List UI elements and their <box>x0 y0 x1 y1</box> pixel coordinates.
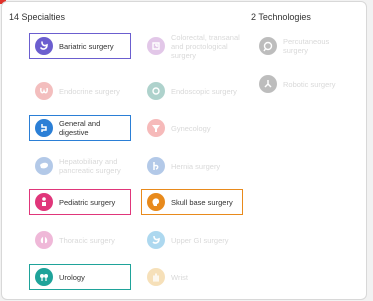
thyroid-icon <box>35 82 53 100</box>
digestive-icon <box>35 119 53 137</box>
specialty-skull-base-surgery[interactable]: Skull base surgery <box>141 189 243 215</box>
intestine-icon <box>147 37 165 55</box>
specialty-bariatric-surgery[interactable]: Bariatric surgery <box>29 33 131 59</box>
endoscope-icon <box>147 82 165 100</box>
specialty-label: Endoscopic surgery <box>171 86 237 96</box>
filter-panel: 14 Specialties 2 Technologies Bariatric … <box>1 1 367 300</box>
stomach-icon <box>35 37 53 55</box>
specialty-wrist[interactable]: Wrist <box>141 264 243 290</box>
technologies-heading: 2 Technologies <box>251 12 311 22</box>
specialty-hernia-surgery[interactable]: Hernia surgery <box>141 153 243 179</box>
needle-icon <box>259 37 277 55</box>
specialty-label: Hernia surgery <box>171 161 221 171</box>
specialty-label: Pediatric surgery <box>59 197 116 207</box>
technology-label: Robotic surgery <box>283 79 336 89</box>
specialty-label: Bariatric surgery <box>59 41 114 51</box>
stomach-upper-icon <box>147 231 165 249</box>
technology-label: Percutaneous surgery <box>283 37 330 55</box>
specialty-urology[interactable]: Urology <box>29 264 131 290</box>
specialty-pediatric-surgery[interactable]: Pediatric surgery <box>29 189 131 215</box>
specialty-upper-gi-surgery[interactable]: Upper GI surgery <box>141 227 243 253</box>
skull-icon <box>147 193 165 211</box>
lungs-icon <box>35 231 53 249</box>
robot-icon <box>259 75 277 93</box>
hernia-icon <box>147 157 165 175</box>
technology-robotic-surgery[interactable]: Robotic surgery <box>253 71 355 97</box>
specialty-colorectal-surgery[interactable]: Colorectal, transanal and proctological … <box>141 32 243 60</box>
hand-icon <box>147 268 165 286</box>
specialty-label: Thoracic surgery <box>59 235 115 245</box>
specialty-label: Urology <box>59 272 85 282</box>
specialty-thoracic-surgery[interactable]: Thoracic surgery <box>29 227 131 253</box>
specialty-general-and-digestive[interactable]: General and digestive <box>29 115 131 141</box>
specialty-endoscopic-surgery[interactable]: Endoscopic surgery <box>141 78 243 104</box>
specialty-label: Skull base surgery <box>171 197 233 207</box>
specialty-label: Hepatobiliary and pancreatic surgery <box>59 157 121 175</box>
specialty-label: Wrist <box>171 272 188 282</box>
specialty-endocrine-surgery[interactable]: Endocrine surgery <box>29 78 131 104</box>
liver-icon <box>35 157 53 175</box>
specialty-label: Endocrine surgery <box>59 86 120 96</box>
technology-percutaneous-surgery[interactable]: Percutaneous surgery <box>253 33 355 59</box>
uterus-icon <box>147 119 165 137</box>
child-icon <box>35 193 53 211</box>
specialty-label: Gynecology <box>171 123 211 133</box>
kidney-icon <box>35 268 53 286</box>
specialty-label: Upper GI surgery <box>171 235 229 245</box>
specialties-heading: 14 Specialties <box>9 12 66 22</box>
specialty-label: Colorectal, transanal and proctological … <box>171 32 240 60</box>
specialty-hepatobiliary-pancreatic[interactable]: Hepatobiliary and pancreatic surgery <box>29 153 131 179</box>
specialty-gynecology[interactable]: Gynecology <box>141 115 243 141</box>
specialty-label: General and digestive <box>59 119 101 137</box>
